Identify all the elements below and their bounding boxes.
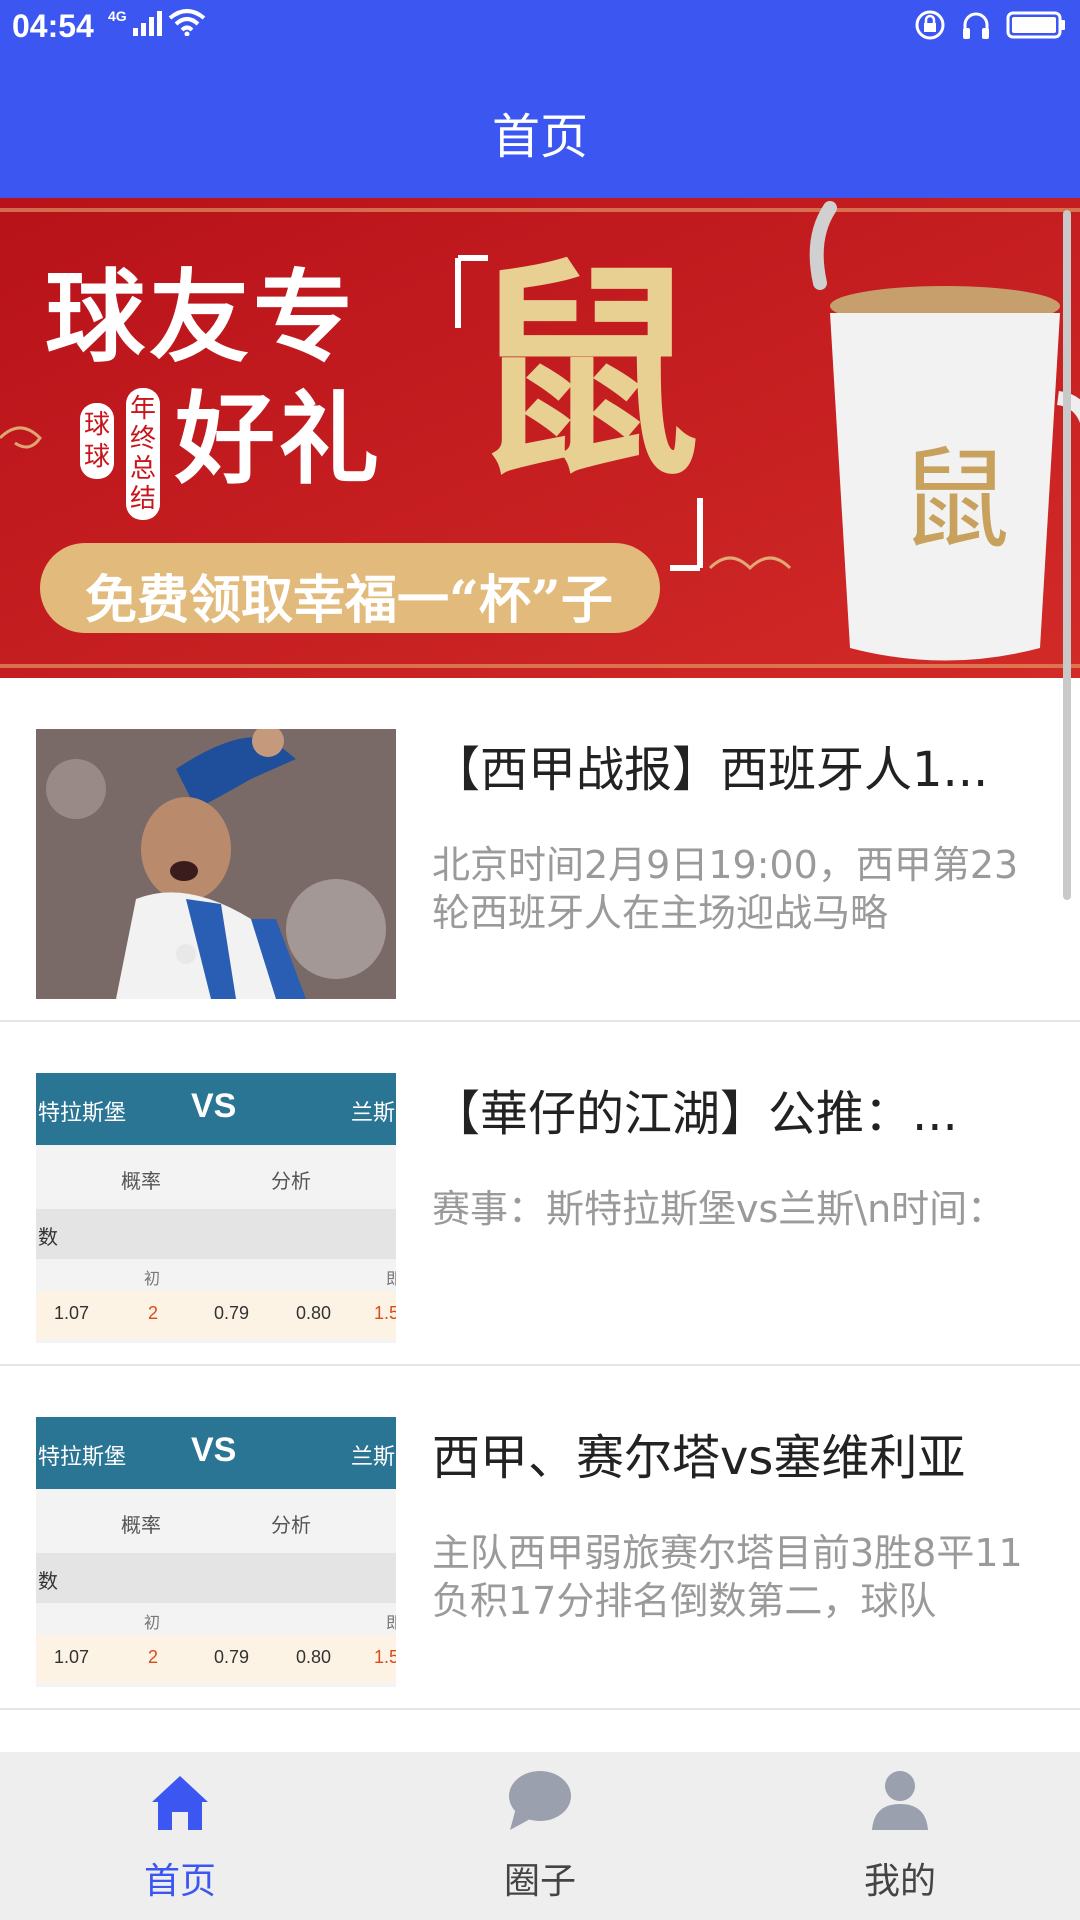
article-item[interactable]: 【西甲战报】西班牙人1... 北京时间2月9日19:00，西甲第23轮西班牙人在… bbox=[0, 678, 1080, 1022]
headphones-icon bbox=[963, 12, 989, 39]
scrollbar[interactable] bbox=[1063, 210, 1071, 900]
article-thumbnail bbox=[36, 729, 396, 999]
thumb-value: 2 bbox=[148, 1303, 159, 1323]
status-time: 04:54 bbox=[12, 8, 94, 44]
thumb-col2: 分析 bbox=[271, 1515, 311, 1537]
thumb-col1: 概率 bbox=[121, 1171, 161, 1193]
thumb-sub2: 即 bbox=[386, 1615, 396, 1632]
thumb-value: 0.79 bbox=[214, 1647, 250, 1667]
thumb-value: 0.80 bbox=[296, 1303, 332, 1323]
thumb-team-right: 兰斯 bbox=[351, 1444, 396, 1469]
thumb-vs: VS bbox=[191, 1431, 237, 1469]
status-bar: 04:54 4G bbox=[0, 0, 1080, 55]
svg-text:鼠: 鼠 bbox=[900, 436, 1010, 564]
tab-label: 圈子 bbox=[503, 1861, 576, 1902]
thumb-value: 1.07 bbox=[54, 1303, 90, 1323]
tab-mine[interactable]: 我的 bbox=[720, 1752, 1080, 1920]
banner-big-char: 鼠 bbox=[470, 238, 701, 508]
promo-banner[interactable]: 鼠 球友专 好礼 球球 年终总结 鼠 免费领取幸福一“杯”子 bbox=[0, 198, 1080, 678]
thumb-value: 1.5 bbox=[374, 1647, 396, 1667]
battery-icon bbox=[1006, 11, 1065, 39]
article-title: 【華仔的江湖】公推：... bbox=[432, 1086, 958, 1142]
tab-circle[interactable]: 圈子 bbox=[360, 1752, 720, 1920]
thumb-value: 0.80 bbox=[296, 1647, 332, 1667]
article-thumbnail: 特拉斯堡 VS 兰斯 概率 分析 数 初 即 1.07 2 0.79 0.80 … bbox=[36, 1417, 396, 1687]
signal-icon: 4G bbox=[108, 8, 206, 36]
chat-bubble-icon bbox=[509, 1771, 571, 1830]
thumb-value: 1.07 bbox=[54, 1647, 90, 1667]
person-icon bbox=[872, 1771, 928, 1830]
wifi-icon bbox=[168, 9, 205, 36]
thumb-team-right: 兰斯 bbox=[351, 1100, 396, 1125]
thumb-col2: 分析 bbox=[271, 1171, 311, 1193]
article-summary: 主队西甲弱旅赛尔塔目前3胜8平11负积17分排名倒数第二，球队 bbox=[432, 1531, 1023, 1623]
banner-badge-2: 年终总结 bbox=[126, 388, 160, 520]
bottom-tab-bar: 首页 圈子 我的 bbox=[0, 1752, 1080, 1920]
home-icon bbox=[152, 1776, 208, 1830]
banner-badge-1: 球球 bbox=[80, 403, 114, 479]
thumb-sub: 初 bbox=[144, 1615, 161, 1632]
app-bar: 首页 bbox=[0, 55, 1080, 198]
thumb-team-left: 特拉斯堡 bbox=[38, 1100, 127, 1125]
article-summary: 北京时间2月9日19:00，西甲第23轮西班牙人在主场迎战马略 bbox=[432, 843, 1019, 935]
lock-icon bbox=[915, 10, 945, 40]
article-item[interactable]: 特拉斯堡 VS 兰斯 概率 分析 数 初 即 1.07 2 0.79 0.80 … bbox=[0, 1022, 1080, 1366]
thumb-col1: 概率 bbox=[121, 1515, 161, 1537]
thumb-row-label: 数 bbox=[38, 1571, 58, 1593]
banner-headline-2: 好礼 bbox=[175, 380, 383, 498]
article-item[interactable]: 特拉斯堡 VS 兰斯 概率 分析 数 初 即 1.07 2 0.79 0.80 … bbox=[0, 1366, 1080, 1710]
article-list: 【西甲战报】西班牙人1... 北京时间2月9日19:00，西甲第23轮西班牙人在… bbox=[0, 678, 1080, 1710]
thumb-row-label: 数 bbox=[38, 1227, 58, 1249]
thumb-value: 2 bbox=[148, 1647, 159, 1667]
article-title: 西甲、赛尔塔vs塞维利亚 bbox=[432, 1430, 966, 1486]
article-thumbnail: 特拉斯堡 VS 兰斯 概率 分析 数 初 即 1.07 2 0.79 0.80 … bbox=[36, 1073, 396, 1343]
network-type: 4G bbox=[108, 8, 127, 24]
tab-home[interactable]: 首页 bbox=[0, 1752, 360, 1920]
article-summary: 赛事：斯特拉斯堡vs兰斯\n时间： bbox=[432, 1187, 1006, 1231]
thumb-sub: 初 bbox=[144, 1271, 161, 1288]
article-title: 【西甲战报】西班牙人1... bbox=[432, 742, 989, 798]
tab-label: 我的 bbox=[863, 1861, 936, 1902]
thumb-sub2: 即 bbox=[386, 1271, 396, 1288]
thumb-value: 1.5 bbox=[374, 1303, 396, 1323]
banner-subtitle: 免费领取幸福一“杯”子 bbox=[85, 570, 613, 631]
thumb-vs: VS bbox=[191, 1087, 237, 1125]
page-title: 首页 bbox=[491, 109, 588, 165]
thumb-value: 0.79 bbox=[214, 1303, 250, 1323]
thumb-team-left: 特拉斯堡 bbox=[38, 1444, 127, 1469]
tab-label: 首页 bbox=[143, 1861, 216, 1902]
